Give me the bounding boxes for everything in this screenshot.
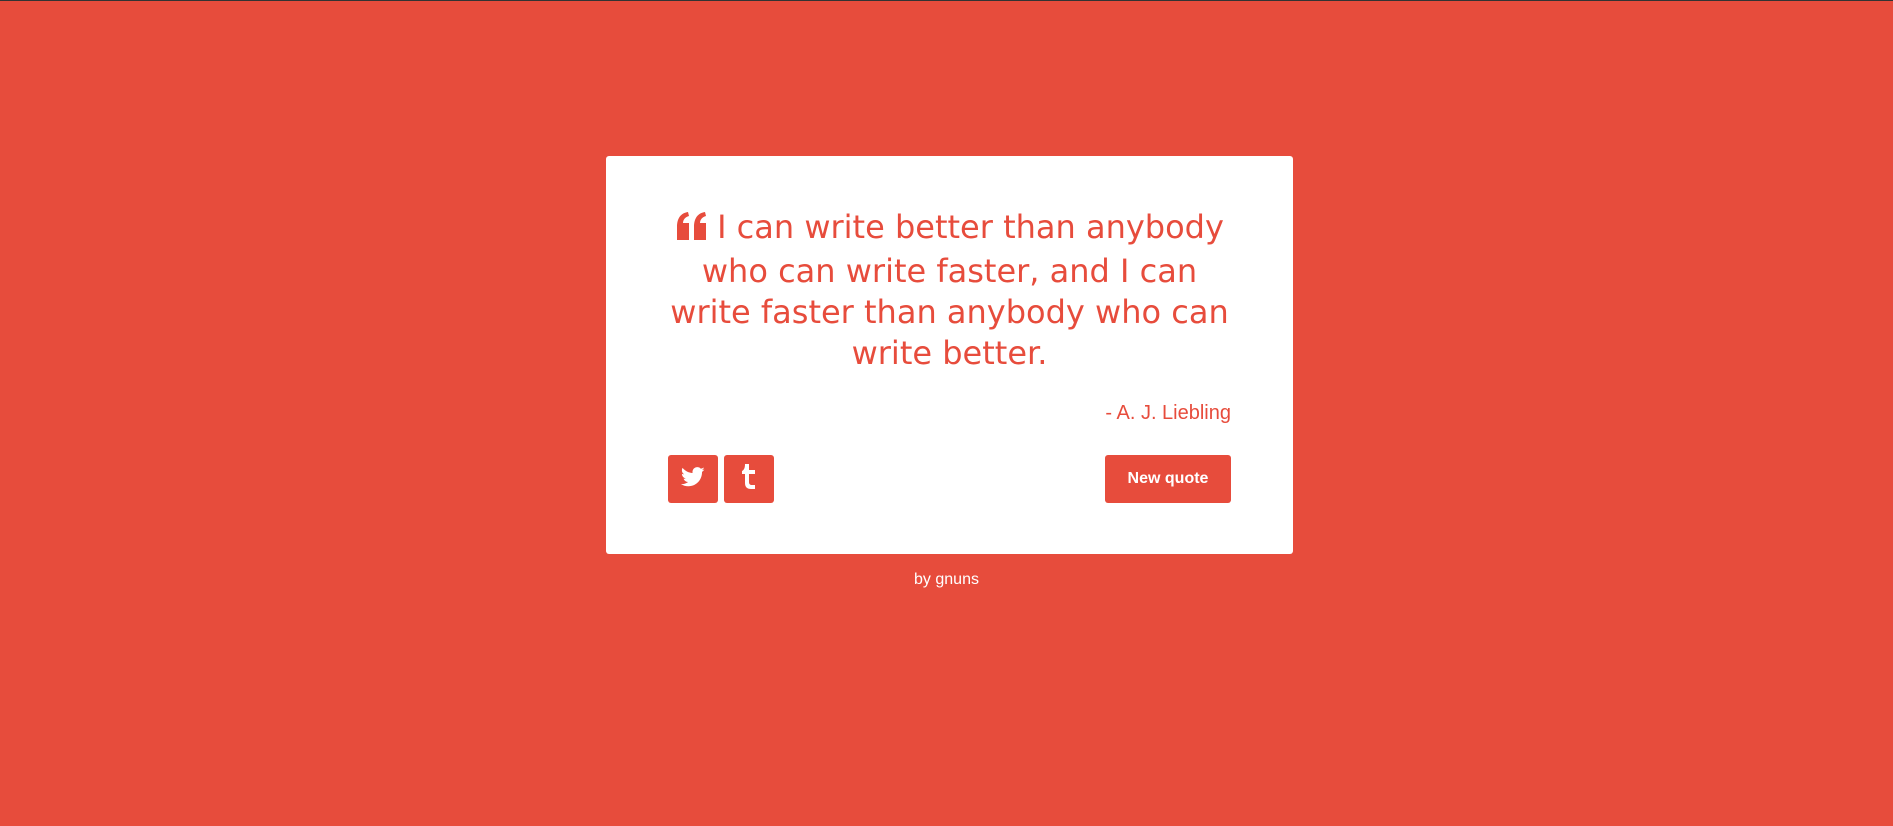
quote-text-block: I can write better than anybody who can …: [668, 207, 1231, 374]
quote-text: I can write better than anybody who can …: [670, 208, 1229, 372]
twitter-icon: [680, 466, 705, 492]
tweet-button[interactable]: [668, 455, 718, 503]
action-buttons: New quote: [668, 455, 1231, 503]
quote-author: - A. J. Liebling: [1105, 402, 1231, 424]
quote-left-icon: [675, 210, 709, 251]
new-quote-button[interactable]: New quote: [1105, 455, 1231, 503]
credit-prefix: by: [914, 571, 936, 588]
quote-box: I can write better than anybody who can …: [606, 156, 1293, 554]
tumblr-post-button[interactable]: [724, 455, 774, 503]
footer-credit: by gnuns: [0, 571, 1893, 589]
author-link[interactable]: gnuns: [935, 571, 979, 588]
tumblr-icon: [741, 463, 757, 495]
